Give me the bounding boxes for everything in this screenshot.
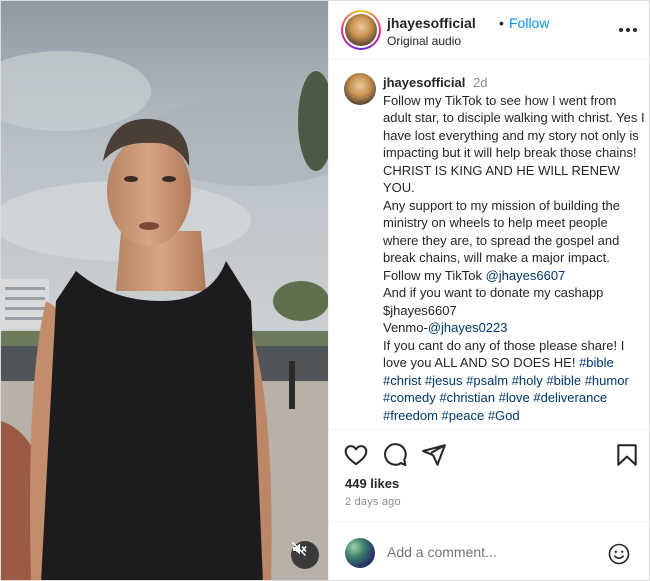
comment-input[interactable] xyxy=(387,544,597,560)
likes-count[interactable]: 449 likes xyxy=(345,476,399,491)
author-avatar xyxy=(345,14,377,46)
hashtag-link[interactable]: #holy xyxy=(512,373,543,388)
post-dialog: jhayesofficial • Follow Original audio j… xyxy=(0,0,650,581)
heart-icon[interactable] xyxy=(343,442,369,468)
post-actions: 449 likes 2 days ago xyxy=(329,429,649,517)
hashtag-link[interactable]: #humor xyxy=(585,373,629,388)
tiktok-handle-link[interactable]: @jhayes6607 xyxy=(486,268,566,283)
post-timestamp: 2 days ago xyxy=(345,496,401,508)
comment-composer xyxy=(329,521,649,580)
send-icon[interactable] xyxy=(421,442,447,468)
hashtag-link[interactable]: #comedy xyxy=(383,390,436,405)
caption-venmo-prefix: Venmo- xyxy=(383,320,428,335)
hashtag-link[interactable]: #jesus xyxy=(425,373,463,388)
hashtag-link[interactable]: #psalm xyxy=(466,373,508,388)
caption-section: jhayesofficial 2d Follow my TikTok to se… xyxy=(329,61,649,429)
venmo-handle-link[interactable]: @jhayes0223 xyxy=(428,320,508,335)
hashtag-link[interactable]: #God xyxy=(488,408,520,423)
emoji-icon[interactable] xyxy=(607,542,631,566)
caption-text: jhayesofficial 2d Follow my TikTok to se… xyxy=(383,74,645,424)
audio-link[interactable]: Original audio xyxy=(387,34,461,48)
header-separator: • xyxy=(499,15,504,31)
hashtag-link[interactable]: #bible xyxy=(579,355,614,370)
post-side-panel: jhayesofficial • Follow Original audio j… xyxy=(328,1,649,580)
caption-paragraph-1: Follow my TikTok to see how I went from … xyxy=(383,92,645,196)
more-options-icon[interactable] xyxy=(617,21,639,39)
bookmark-icon[interactable] xyxy=(614,442,640,468)
hashtag-link[interactable]: #bible xyxy=(546,373,581,388)
hashtag-link[interactable]: #deliverance xyxy=(533,390,607,405)
viewer-avatar xyxy=(345,538,375,568)
comment-icon[interactable] xyxy=(382,442,408,468)
caption-cashapp: And if you want to donate my cashapp $jh… xyxy=(383,285,604,318)
hashtag-link[interactable]: #christ xyxy=(383,373,421,388)
hashtag-link[interactable]: #love xyxy=(499,390,530,405)
caption-paragraph-2: Any support to my mission of building th… xyxy=(383,197,621,266)
author-avatar-story-ring[interactable] xyxy=(341,10,381,50)
follow-button[interactable]: Follow xyxy=(509,15,549,31)
mute-button[interactable] xyxy=(291,541,319,569)
caption-username[interactable]: jhayesofficial xyxy=(383,75,465,90)
post-video[interactable] xyxy=(1,1,328,580)
hashtag-link[interactable]: #freedom xyxy=(383,408,438,423)
muted-speaker-icon xyxy=(292,542,307,556)
post-header: jhayesofficial • Follow Original audio xyxy=(329,1,649,60)
hashtag-link[interactable]: #christian xyxy=(439,390,495,405)
author-username[interactable]: jhayesofficial xyxy=(387,15,476,31)
caption-timestamp: 2d xyxy=(473,75,488,90)
caption-tiktok-prefix: Follow my TikTok xyxy=(383,267,486,283)
caption-author-avatar[interactable] xyxy=(344,73,376,105)
hashtag-link[interactable]: #peace xyxy=(442,408,485,423)
video-frame-illustration xyxy=(1,1,328,580)
